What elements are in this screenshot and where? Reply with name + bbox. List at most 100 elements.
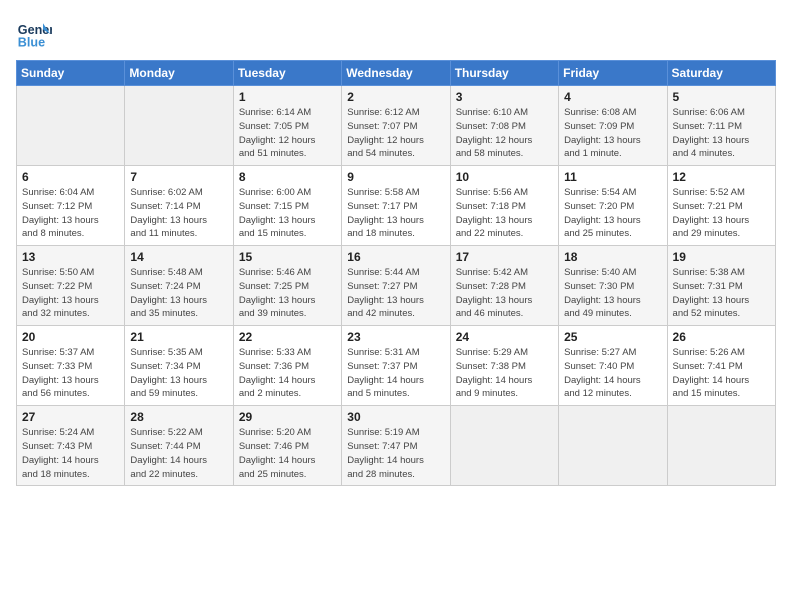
calendar-cell: 13 Sunrise: 5:50 AM Sunset: 7:22 PM Dayli… [17,246,125,326]
day-info: Sunrise: 5:42 AM Sunset: 7:28 PM Dayligh… [456,266,553,321]
day-info: Sunrise: 5:24 AM Sunset: 7:43 PM Dayligh… [22,426,119,481]
day-number: 10 [456,170,553,184]
calendar-cell: 24Sunrise: 5:29 AM Sunset: 7:38 PM Dayli… [450,326,558,406]
day-number: 9 [347,170,444,184]
calendar-week-row: 27 Sunrise: 5:24 AM Sunset: 7:43 PM Dayli… [17,406,776,486]
calendar-cell: 28 Sunrise: 5:22 AM Sunset: 7:44 PM Dayli… [125,406,233,486]
logo: General Blue [16,16,52,52]
day-info: Sunrise: 5:26 AM Sunset: 7:41 PM Dayligh… [673,346,770,401]
day-info: Sunrise: 5:54 AM Sunset: 7:20 PM Dayligh… [564,186,661,241]
day-number: 28 [130,410,227,424]
day-info: Sunrise: 5:19 AM Sunset: 7:47 PM Dayligh… [347,426,444,481]
day-info: Sunrise: 5:48 AM Sunset: 7:24 PM Dayligh… [130,266,227,321]
calendar-cell [17,86,125,166]
logo-icon: General Blue [16,16,52,52]
calendar-cell [125,86,233,166]
day-number: 23 [347,330,444,344]
calendar-week-row: 13 Sunrise: 5:50 AM Sunset: 7:22 PM Dayli… [17,246,776,326]
column-header-monday: Monday [125,61,233,86]
calendar-header-row: SundayMondayTuesdayWednesdayThursdayFrid… [17,61,776,86]
day-number: 4 [564,90,661,104]
calendar-cell: 4 Sunrise: 6:08 AM Sunset: 7:09 PM Daylig… [559,86,667,166]
calendar-cell [450,406,558,486]
day-info: Sunrise: 5:22 AM Sunset: 7:44 PM Dayligh… [130,426,227,481]
calendar-cell: 12 Sunrise: 5:52 AM Sunset: 7:21 PM Dayli… [667,166,775,246]
day-info: Sunrise: 6:04 AM Sunset: 7:12 PM Dayligh… [22,186,119,241]
calendar-cell: 2 Sunrise: 6:12 AM Sunset: 7:07 PM Daylig… [342,86,450,166]
calendar-cell: 23Sunrise: 5:31 AM Sunset: 7:37 PM Dayli… [342,326,450,406]
calendar-cell [667,406,775,486]
day-info: Sunrise: 6:12 AM Sunset: 7:07 PM Dayligh… [347,106,444,161]
day-number: 5 [673,90,770,104]
day-info: Sunrise: 5:35 AM Sunset: 7:34 PM Dayligh… [130,346,227,401]
calendar-cell: 6 Sunrise: 6:04 AM Sunset: 7:12 PM Daylig… [17,166,125,246]
calendar-cell: 30 Sunrise: 5:19 AM Sunset: 7:47 PM Dayli… [342,406,450,486]
calendar-cell: 9 Sunrise: 5:58 AM Sunset: 7:17 PM Daylig… [342,166,450,246]
day-info: Sunrise: 6:08 AM Sunset: 7:09 PM Dayligh… [564,106,661,161]
calendar-cell: 19 Sunrise: 5:38 AM Sunset: 7:31 PM Dayli… [667,246,775,326]
day-number: 30 [347,410,444,424]
calendar-cell: 25Sunrise: 5:27 AM Sunset: 7:40 PM Dayli… [559,326,667,406]
calendar-cell: 14 Sunrise: 5:48 AM Sunset: 7:24 PM Dayli… [125,246,233,326]
day-number: 20 [22,330,119,344]
column-header-thursday: Thursday [450,61,558,86]
calendar-week-row: 20 Sunrise: 5:37 AM Sunset: 7:33 PM Dayli… [17,326,776,406]
calendar-cell: 22 Sunrise: 5:33 AM Sunset: 7:36 PM Dayli… [233,326,341,406]
calendar-cell: 26 Sunrise: 5:26 AM Sunset: 7:41 PM Dayli… [667,326,775,406]
day-info: Sunrise: 5:38 AM Sunset: 7:31 PM Dayligh… [673,266,770,321]
calendar-week-row: 6 Sunrise: 6:04 AM Sunset: 7:12 PM Daylig… [17,166,776,246]
day-info: Sunrise: 6:02 AM Sunset: 7:14 PM Dayligh… [130,186,227,241]
column-header-sunday: Sunday [17,61,125,86]
calendar-cell: 21Sunrise: 5:35 AM Sunset: 7:34 PM Dayli… [125,326,233,406]
day-number: 17 [456,250,553,264]
day-info: Sunrise: 6:14 AM Sunset: 7:05 PM Dayligh… [239,106,336,161]
day-number: 14 [130,250,227,264]
calendar-cell: 7 Sunrise: 6:02 AM Sunset: 7:14 PM Daylig… [125,166,233,246]
calendar-cell: 15 Sunrise: 5:46 AM Sunset: 7:25 PM Dayli… [233,246,341,326]
day-number: 15 [239,250,336,264]
calendar-cell: 10Sunrise: 5:56 AM Sunset: 7:18 PM Dayli… [450,166,558,246]
calendar-cell: 29Sunrise: 5:20 AM Sunset: 7:46 PM Dayli… [233,406,341,486]
day-info: Sunrise: 5:33 AM Sunset: 7:36 PM Dayligh… [239,346,336,401]
calendar-cell: 5 Sunrise: 6:06 AM Sunset: 7:11 PM Daylig… [667,86,775,166]
column-header-wednesday: Wednesday [342,61,450,86]
column-header-tuesday: Tuesday [233,61,341,86]
day-number: 19 [673,250,770,264]
day-info: Sunrise: 6:00 AM Sunset: 7:15 PM Dayligh… [239,186,336,241]
day-number: 13 [22,250,119,264]
day-info: Sunrise: 5:52 AM Sunset: 7:21 PM Dayligh… [673,186,770,241]
day-info: Sunrise: 6:10 AM Sunset: 7:08 PM Dayligh… [456,106,553,161]
column-header-saturday: Saturday [667,61,775,86]
day-info: Sunrise: 6:06 AM Sunset: 7:11 PM Dayligh… [673,106,770,161]
day-number: 25 [564,330,661,344]
day-number: 7 [130,170,227,184]
column-header-friday: Friday [559,61,667,86]
day-info: Sunrise: 5:58 AM Sunset: 7:17 PM Dayligh… [347,186,444,241]
day-info: Sunrise: 5:50 AM Sunset: 7:22 PM Dayligh… [22,266,119,321]
calendar-cell: 16 Sunrise: 5:44 AM Sunset: 7:27 PM Dayli… [342,246,450,326]
calendar-cell: 1 Sunrise: 6:14 AM Sunset: 7:05 PM Daylig… [233,86,341,166]
day-number: 26 [673,330,770,344]
day-info: Sunrise: 5:46 AM Sunset: 7:25 PM Dayligh… [239,266,336,321]
calendar-table: SundayMondayTuesdayWednesdayThursdayFrid… [16,60,776,486]
day-info: Sunrise: 5:44 AM Sunset: 7:27 PM Dayligh… [347,266,444,321]
calendar-week-row: 1 Sunrise: 6:14 AM Sunset: 7:05 PM Daylig… [17,86,776,166]
day-number: 2 [347,90,444,104]
day-number: 6 [22,170,119,184]
calendar-cell: 18Sunrise: 5:40 AM Sunset: 7:30 PM Dayli… [559,246,667,326]
day-info: Sunrise: 5:37 AM Sunset: 7:33 PM Dayligh… [22,346,119,401]
day-number: 22 [239,330,336,344]
day-number: 12 [673,170,770,184]
calendar-cell: 27 Sunrise: 5:24 AM Sunset: 7:43 PM Dayli… [17,406,125,486]
day-number: 1 [239,90,336,104]
day-info: Sunrise: 5:20 AM Sunset: 7:46 PM Dayligh… [239,426,336,481]
day-info: Sunrise: 5:29 AM Sunset: 7:38 PM Dayligh… [456,346,553,401]
calendar-cell: 11Sunrise: 5:54 AM Sunset: 7:20 PM Dayli… [559,166,667,246]
calendar-cell: 17 Sunrise: 5:42 AM Sunset: 7:28 PM Dayli… [450,246,558,326]
day-number: 27 [22,410,119,424]
calendar-cell: 8 Sunrise: 6:00 AM Sunset: 7:15 PM Daylig… [233,166,341,246]
day-number: 16 [347,250,444,264]
day-number: 18 [564,250,661,264]
day-number: 8 [239,170,336,184]
calendar-cell: 20 Sunrise: 5:37 AM Sunset: 7:33 PM Dayli… [17,326,125,406]
